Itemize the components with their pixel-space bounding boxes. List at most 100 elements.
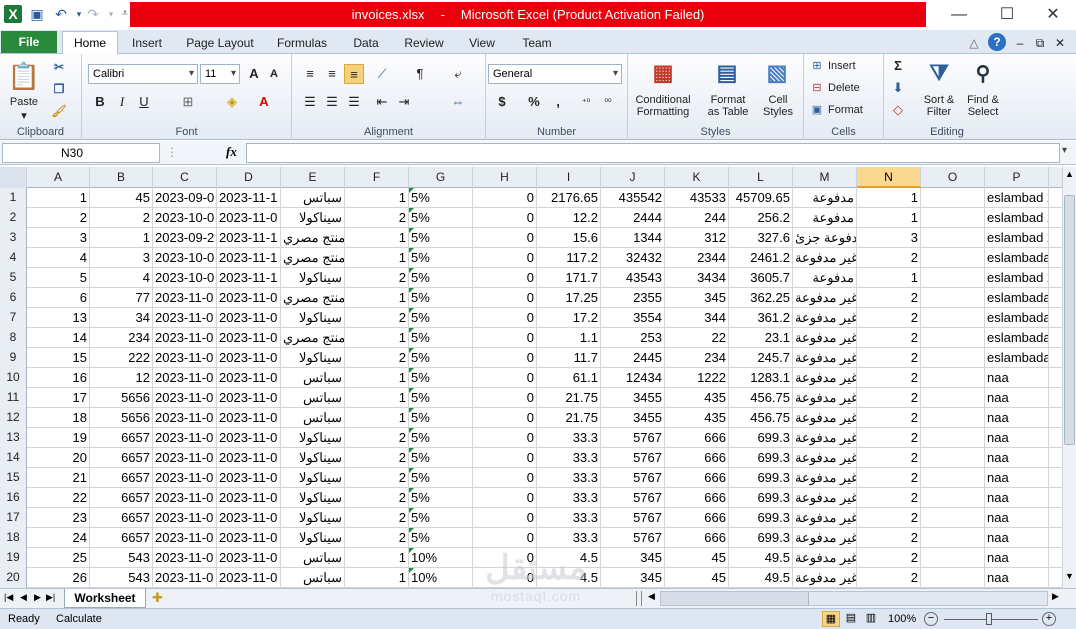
insert-cells-icon[interactable]: ⊞ <box>810 60 824 72</box>
cell-d[interactable]: 2023-11-0 <box>217 288 281 308</box>
cell-b[interactable]: 45 <box>90 188 153 208</box>
cell-h[interactable]: 0 <box>473 268 537 288</box>
cell-b[interactable]: 6657 <box>90 488 153 508</box>
cell-f[interactable]: 2 <box>345 508 409 528</box>
cell-p[interactable]: eslambad 2 <box>985 188 1049 208</box>
cell-j[interactable]: 2444 <box>601 208 665 228</box>
cell-e[interactable]: منتج مصري <box>281 228 345 248</box>
horizontal-scroll-thumb[interactable] <box>661 592 809 605</box>
cell-f[interactable]: 1 <box>345 248 409 268</box>
cell-n[interactable]: 2 <box>857 528 921 548</box>
cell-k[interactable]: 435 <box>665 408 729 428</box>
cell-h[interactable]: 0 <box>473 328 537 348</box>
cell-i[interactable]: 17.2 <box>537 308 601 328</box>
cell-l[interactable]: 327.6 <box>729 228 793 248</box>
cell-e[interactable]: سيناكولا <box>281 528 345 548</box>
tab-review[interactable]: Review <box>398 33 450 54</box>
cell-m[interactable]: مدفوعة جزئ <box>793 228 857 248</box>
cell-d[interactable]: 2023-11-0 <box>217 488 281 508</box>
cell-o[interactable] <box>921 528 985 548</box>
cell-n[interactable]: 2 <box>857 408 921 428</box>
column-header-d[interactable]: D <box>217 167 281 188</box>
cell-e[interactable]: سيناكولا <box>281 488 345 508</box>
delete-cells-icon[interactable]: ⊟ <box>810 82 824 94</box>
cell-f[interactable]: 1 <box>345 188 409 208</box>
sheet-tab-worksheet[interactable]: Worksheet <box>64 589 146 608</box>
increase-indent-icon[interactable]: ⇥ <box>394 92 414 112</box>
row-header[interactable]: 19 <box>0 548 27 568</box>
cell-a[interactable]: 2 <box>27 208 90 228</box>
cell-k[interactable]: 345 <box>665 288 729 308</box>
minimize-icon[interactable]: — <box>936 0 982 30</box>
cell-g[interactable]: 5% <box>409 368 473 388</box>
cell-m[interactable]: غير مدفوعة <box>793 448 857 468</box>
align-left-icon[interactable]: ☰ <box>300 92 320 112</box>
expand-formula-bar-icon[interactable]: ▾ <box>1062 145 1074 161</box>
cell-k[interactable]: 2344 <box>665 248 729 268</box>
row-header[interactable]: 9 <box>0 348 27 368</box>
cell-c[interactable]: 2023-10-0 <box>153 268 217 288</box>
cell-b[interactable]: 543 <box>90 548 153 568</box>
zoom-level[interactable]: 100% <box>888 609 916 629</box>
cell-o[interactable] <box>921 188 985 208</box>
cell-h[interactable]: 0 <box>473 368 537 388</box>
minimize-ribbon-icon[interactable]: △ <box>966 33 982 54</box>
cell-l[interactable]: 49.5 <box>729 568 793 588</box>
cell-l[interactable]: 362.25 <box>729 288 793 308</box>
cell-h[interactable]: 0 <box>473 248 537 268</box>
clear-icon[interactable]: ◇ <box>888 100 908 120</box>
cell-g[interactable]: 5% <box>409 508 473 528</box>
cell-c[interactable]: 2023-11-0 <box>153 468 217 488</box>
cell-n[interactable]: 2 <box>857 568 921 588</box>
undo-icon[interactable]: ↶ <box>52 5 70 23</box>
cell-b[interactable]: 222 <box>90 348 153 368</box>
sort-filter-button[interactable]: Sort & <box>918 94 960 106</box>
tab-view[interactable]: View <box>462 33 502 54</box>
cell-p[interactable]: naa <box>985 428 1049 448</box>
cell-l[interactable]: 699.3 <box>729 448 793 468</box>
cell-k[interactable]: 666 <box>665 428 729 448</box>
cell-b[interactable]: 6657 <box>90 508 153 528</box>
cell-b[interactable]: 77 <box>90 288 153 308</box>
help-icon[interactable]: ? <box>988 33 1006 51</box>
cell-c[interactable]: 2023-09-0 <box>153 188 217 208</box>
cell-b[interactable]: 234 <box>90 328 153 348</box>
cell-j[interactable]: 5767 <box>601 428 665 448</box>
cell-j[interactable]: 5767 <box>601 468 665 488</box>
tab-data[interactable]: Data <box>346 33 386 54</box>
cell-g[interactable]: 5% <box>409 248 473 268</box>
cell-f[interactable]: 1 <box>345 228 409 248</box>
cell-o[interactable] <box>921 348 985 368</box>
cell-i[interactable]: 2176.65 <box>537 188 601 208</box>
cell-g[interactable]: 5% <box>409 328 473 348</box>
row-header[interactable]: 10 <box>0 368 27 388</box>
cell-c[interactable]: 2023-11-0 <box>153 428 217 448</box>
cell-l[interactable]: 699.3 <box>729 508 793 528</box>
cell-n[interactable]: 1 <box>857 208 921 228</box>
scroll-down-icon[interactable]: ▼ <box>1064 571 1075 585</box>
font-name-select[interactable]: Calibri <box>88 64 198 84</box>
currency-icon[interactable]: $ <box>492 92 512 112</box>
cell-i[interactable]: 117.2 <box>537 248 601 268</box>
find-select-button[interactable]: Find & <box>962 94 1004 106</box>
cell-c[interactable]: 2023-09-2 <box>153 228 217 248</box>
comma-style-icon[interactable]: , <box>548 92 568 112</box>
cell-h[interactable]: 0 <box>473 228 537 248</box>
cell-c[interactable]: 2023-11-0 <box>153 348 217 368</box>
cell-k[interactable]: 45 <box>665 548 729 568</box>
cell-i[interactable]: 1.1 <box>537 328 601 348</box>
cell-e[interactable]: سباتس <box>281 568 345 588</box>
cell-b[interactable]: 6657 <box>90 448 153 468</box>
number-format-select[interactable]: General <box>488 64 622 84</box>
cell-a[interactable]: 14 <box>27 328 90 348</box>
cell-j[interactable]: 5767 <box>601 528 665 548</box>
cell-p[interactable]: naa <box>985 548 1049 568</box>
window-close-icon[interactable]: ✕ <box>1052 33 1068 54</box>
tab-insert[interactable]: Insert <box>124 33 170 54</box>
cell-h[interactable]: 0 <box>473 428 537 448</box>
format-cells-icon[interactable]: ▣ <box>810 104 824 116</box>
cell-d[interactable]: 2023-11-0 <box>217 568 281 588</box>
cell-k[interactable]: 666 <box>665 508 729 528</box>
cell-o[interactable] <box>921 228 985 248</box>
cell-m[interactable]: غير مدفوعة <box>793 388 857 408</box>
